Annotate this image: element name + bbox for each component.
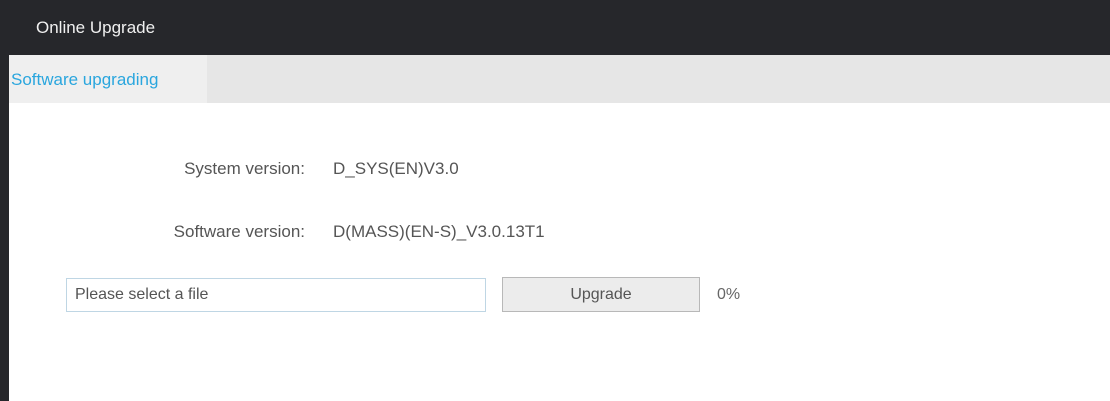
system-version-value: D_SYS(EN)V3.0	[333, 159, 459, 178]
tab-bar: Software upgrading	[9, 55, 1110, 103]
file-select-input[interactable]	[66, 278, 486, 312]
tab-software-upgrading[interactable]: Software upgrading	[9, 55, 207, 103]
upgrade-button[interactable]: Upgrade	[502, 277, 700, 312]
software-version-label: Software version:	[173, 222, 305, 241]
system-version-label: System version:	[184, 159, 305, 178]
software-version-value: D(MASS)(EN-S)_V3.0.13T1	[333, 222, 545, 241]
upgrade-progress-text: 0%	[717, 286, 741, 303]
window-left-border	[0, 0, 9, 401]
title-bar: Online Upgrade	[9, 0, 1110, 55]
window-title: Online Upgrade	[36, 18, 156, 37]
upgrade-panel: System version: D_SYS(EN)V3.0 Software v…	[9, 103, 1110, 401]
